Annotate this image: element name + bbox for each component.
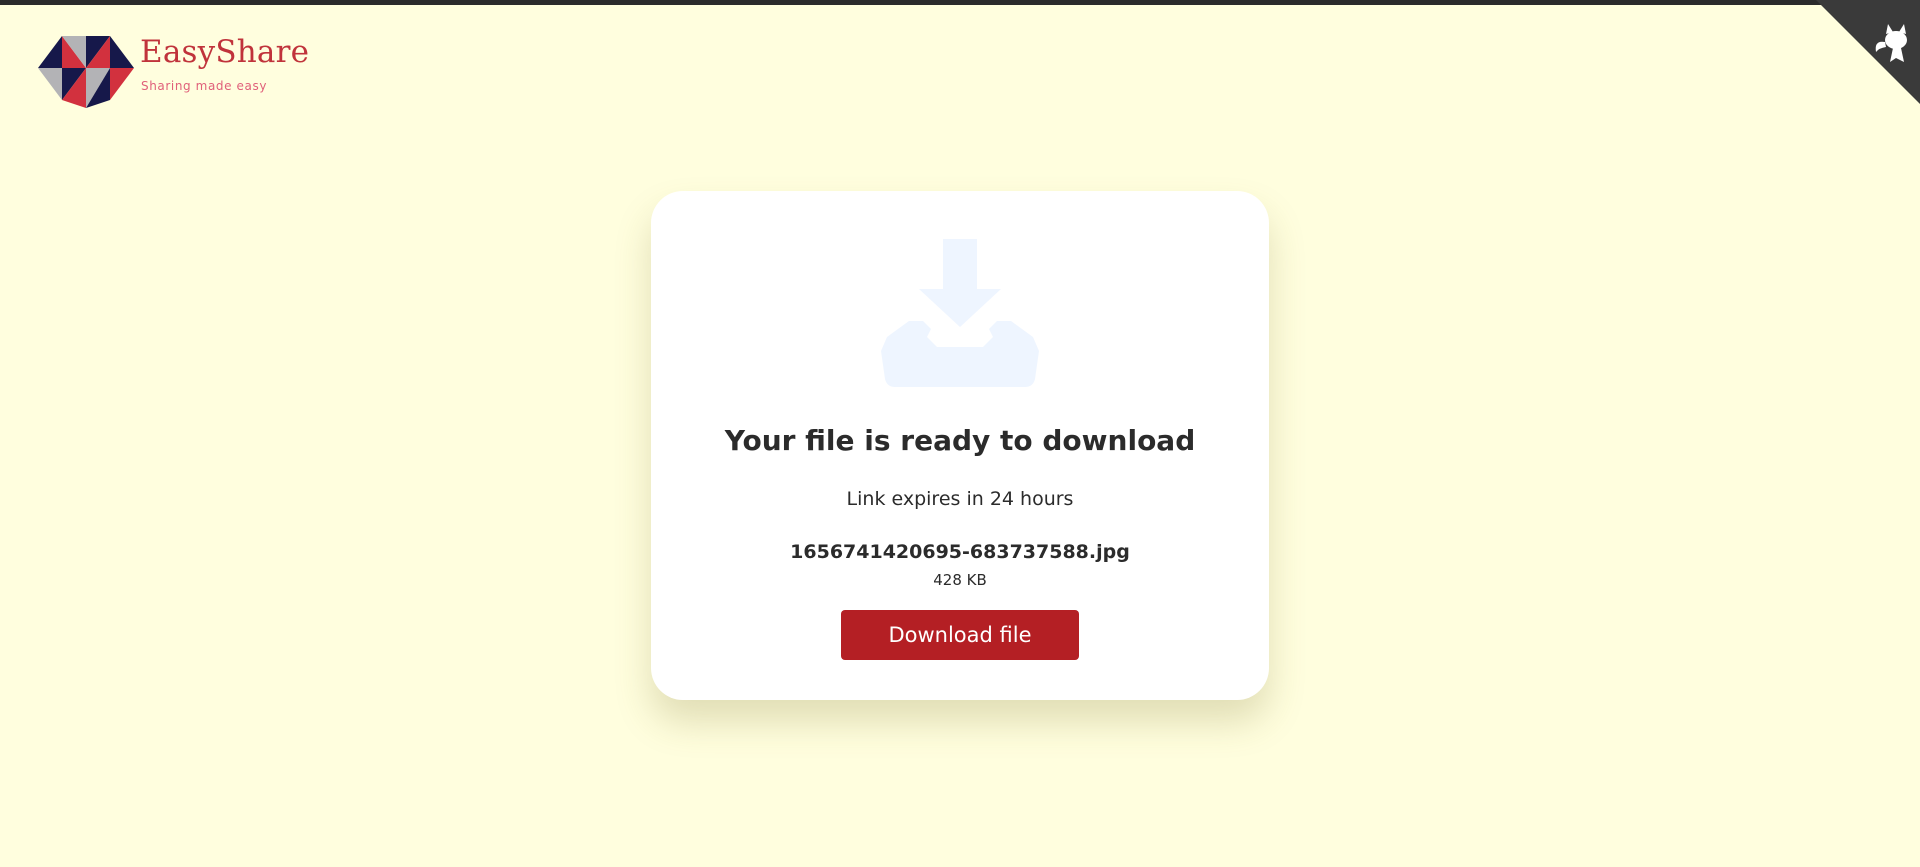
download-card: Your file is ready to download Link expi… xyxy=(651,191,1269,700)
download-file-button[interactable]: Download file xyxy=(841,610,1079,660)
brand-logo[interactable]: EasyShare Sharing made easy xyxy=(38,28,310,108)
file-name: 1656741420695-683737588.jpg xyxy=(790,541,1130,563)
brand-tagline: Sharing made easy xyxy=(141,79,268,93)
link-expiry-text: Link expires in 24 hours xyxy=(846,488,1074,510)
brand-name: EasyShare xyxy=(140,34,310,70)
card-title: Your file is ready to download xyxy=(724,424,1196,457)
github-octocat-icon xyxy=(1816,0,1920,104)
download-tray-icon xyxy=(881,239,1039,387)
logo-mark-icon xyxy=(38,36,134,108)
github-corner-link[interactable] xyxy=(1816,0,1920,104)
file-size: 428 KB xyxy=(933,571,987,589)
top-strip xyxy=(0,0,1920,5)
